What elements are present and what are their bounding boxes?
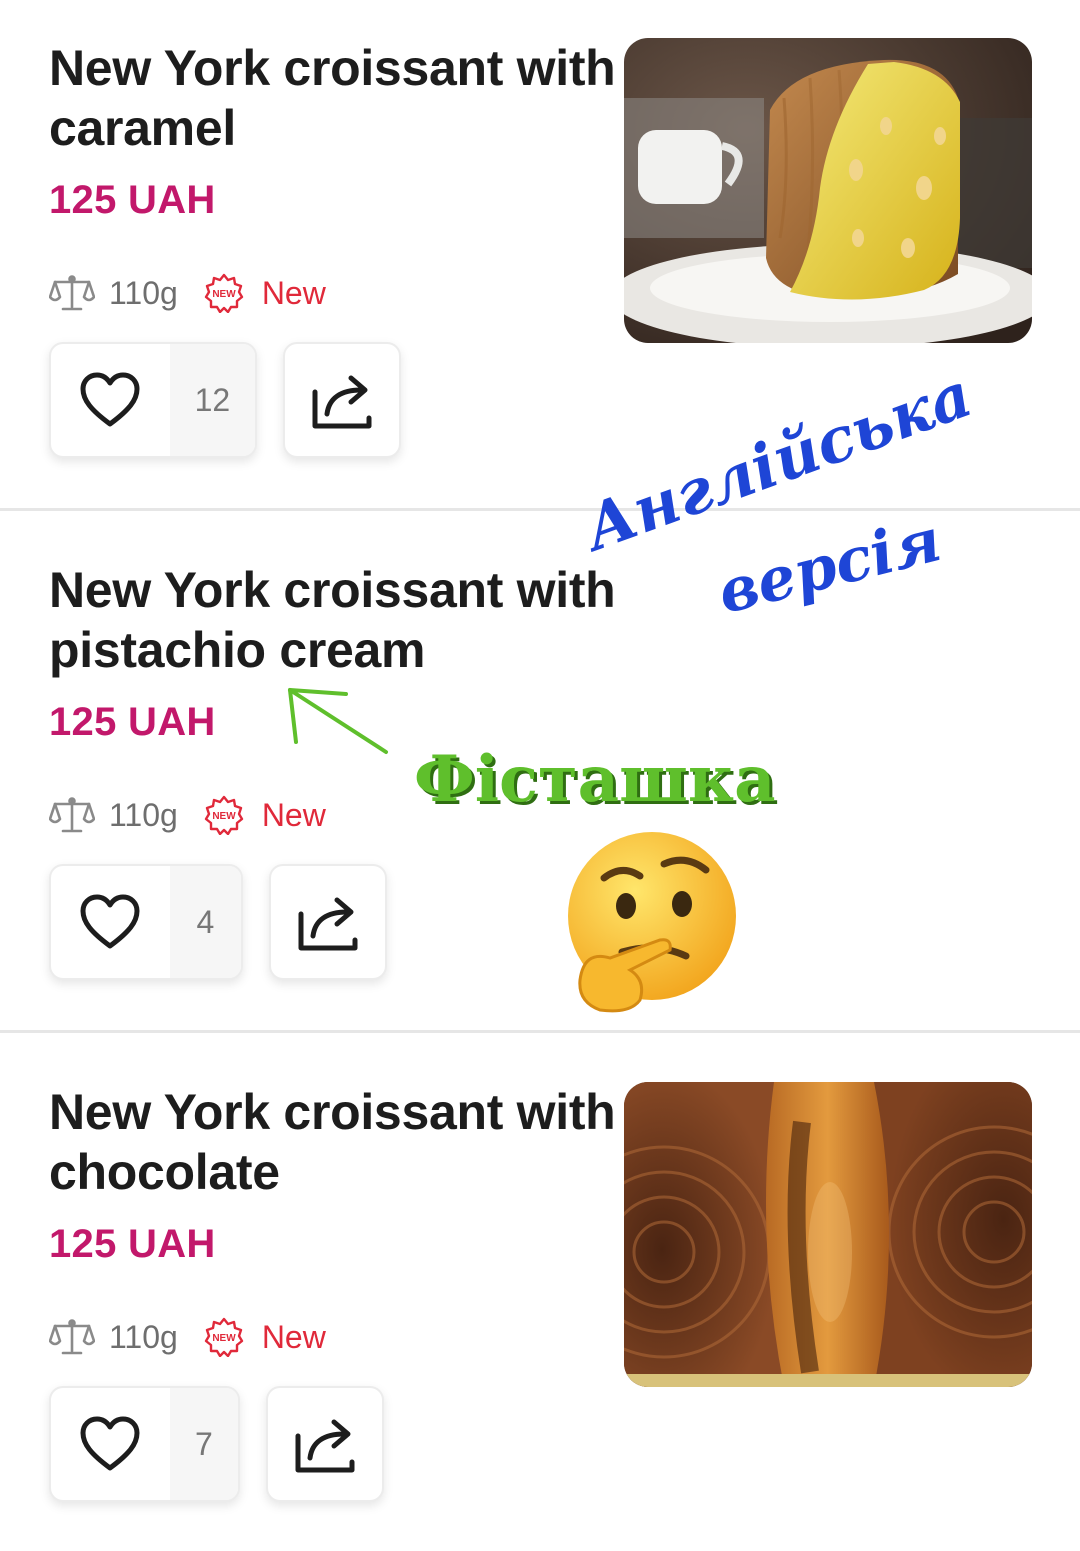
product-card[interactable]: New York croissant with chocolate 125 UA… bbox=[0, 1044, 1080, 1551]
arrow-annotation bbox=[288, 688, 388, 754]
product-price: 125 UAH bbox=[49, 178, 216, 222]
heart-icon[interactable] bbox=[51, 1388, 170, 1500]
product-weight: 110g bbox=[109, 796, 178, 833]
like-count: 4 bbox=[169, 866, 241, 978]
heart-icon[interactable] bbox=[51, 866, 170, 978]
annotation-version: версія bbox=[711, 505, 948, 628]
product-meta: 110g NEW New bbox=[49, 790, 326, 840]
share-button[interactable] bbox=[283, 342, 401, 458]
new-badge-label: New bbox=[261, 274, 326, 311]
like-count: 7 bbox=[169, 1388, 238, 1500]
like-count: 12 bbox=[169, 344, 255, 456]
heart-icon[interactable] bbox=[51, 344, 170, 456]
share-icon bbox=[312, 375, 372, 429]
product-title[interactable]: New York croissant with caramel bbox=[49, 38, 629, 158]
share-icon bbox=[298, 897, 358, 951]
product-meta: 110g NEW New bbox=[49, 268, 326, 318]
product-card[interactable]: New York croissant with pistachio cream … bbox=[0, 358, 1080, 1042]
scale-icon bbox=[49, 1319, 95, 1355]
product-price: 125 UAH bbox=[49, 1222, 216, 1266]
product-price: 125 UAH bbox=[49, 700, 216, 744]
new-badge-icon: NEW bbox=[204, 1317, 244, 1357]
product-image[interactable] bbox=[624, 38, 1032, 343]
share-button[interactable] bbox=[269, 864, 387, 980]
scale-icon bbox=[49, 275, 95, 311]
svg-text:NEW: NEW bbox=[212, 1333, 236, 1344]
like-button[interactable]: 4 bbox=[49, 864, 243, 980]
share-button[interactable] bbox=[266, 1386, 384, 1502]
product-title[interactable]: New York croissant with pistachio cream bbox=[49, 560, 649, 680]
product-weight: 110g bbox=[109, 1318, 178, 1355]
like-button[interactable]: 12 bbox=[49, 342, 257, 458]
new-badge-label: New bbox=[261, 796, 326, 833]
annotation-pistachio: Фісташка bbox=[414, 742, 776, 817]
like-button[interactable]: 7 bbox=[49, 1386, 240, 1502]
product-weight: 110g bbox=[109, 274, 178, 311]
divider bbox=[0, 1030, 1080, 1033]
product-meta: 110g NEW New bbox=[49, 1312, 326, 1362]
product-title[interactable]: New York croissant with chocolate bbox=[49, 1082, 629, 1202]
new-badge-label: New bbox=[261, 1318, 326, 1355]
share-icon bbox=[295, 1419, 355, 1473]
svg-text:NEW: NEW bbox=[212, 811, 236, 822]
product-image[interactable] bbox=[624, 1082, 1032, 1387]
new-badge-icon: NEW bbox=[204, 795, 244, 835]
scale-icon bbox=[49, 797, 95, 833]
new-badge-icon: NEW bbox=[204, 273, 244, 313]
svg-text:NEW: NEW bbox=[212, 289, 236, 300]
thinking-face-emoji bbox=[560, 830, 744, 1014]
